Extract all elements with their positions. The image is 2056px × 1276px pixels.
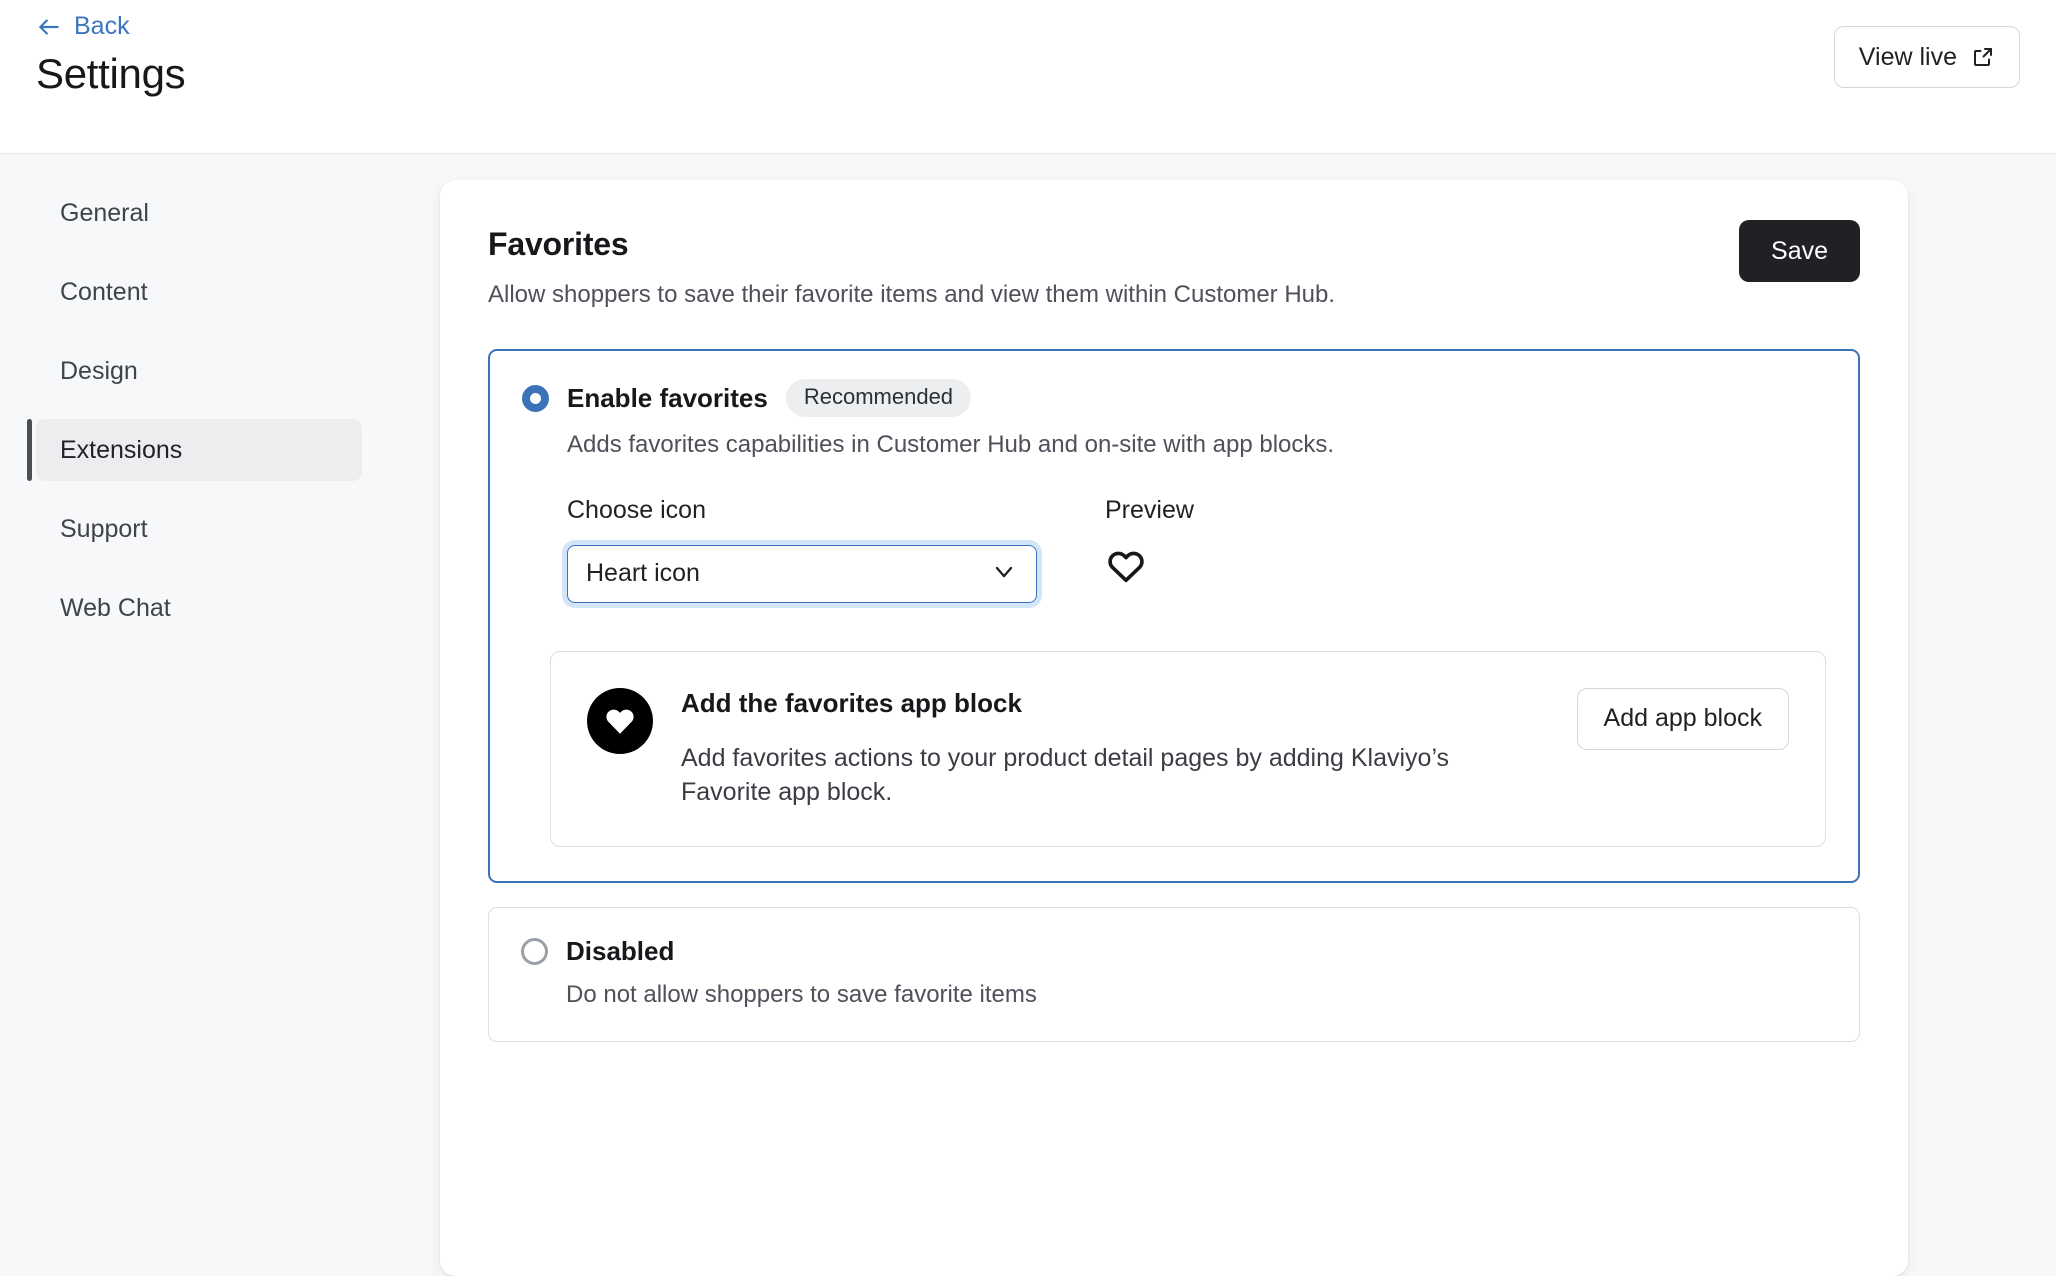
sidebar-item-label: Extensions	[60, 435, 183, 464]
section-title: Favorites	[488, 226, 629, 262]
icon-preview-column: Preview	[1072, 496, 1194, 603]
option-label: Disabled	[566, 935, 675, 966]
sidebar-item-label: Design	[60, 356, 138, 385]
section-subtitle: Allow shoppers to save their favorite it…	[488, 281, 1336, 308]
icon-select[interactable]: Heart icon	[567, 544, 1037, 603]
view-live-label: View live	[1858, 42, 1957, 71]
back-label: Back	[74, 12, 130, 40]
icon-chooser-row: Choose icon Heart icon Preview	[567, 496, 1858, 603]
page-header: Back Settings View live	[0, 0, 2056, 154]
app-block-card: Add the favorites app block Add favorite…	[550, 650, 1826, 847]
radio-enable-favorites[interactable]	[522, 384, 549, 412]
option-label: Enable favorites	[567, 382, 768, 413]
icon-select-column: Choose icon Heart icon	[567, 496, 1072, 603]
option-description: Do not allow shoppers to save favorite i…	[566, 980, 1037, 1008]
add-app-block-button[interactable]: Add app block	[1576, 687, 1789, 750]
option-card-disabled[interactable]: Disabled Do not allow shoppers to save f…	[488, 906, 1860, 1043]
view-live-button[interactable]: View live	[1833, 26, 2020, 88]
option-description: Adds favorites capabilities in Customer …	[567, 431, 1335, 459]
sidebar-item-label: Web Chat	[60, 593, 171, 622]
radio-disabled[interactable]	[521, 937, 548, 965]
sidebar-item-extensions[interactable]: Extensions	[27, 419, 362, 481]
app-block-text: Add the favorites app block Add favorite…	[681, 684, 1549, 810]
sidebar-item-label: Support	[60, 514, 148, 543]
page-title: Settings	[36, 50, 186, 97]
icon-select-value: Heart icon	[586, 559, 700, 588]
preview-label: Preview	[1105, 495, 1194, 524]
sidebar-item-label: Content	[60, 277, 148, 306]
option-header: Enable favorites Recommended	[490, 351, 1858, 418]
app-block-title: Add the favorites app block	[681, 687, 1022, 718]
favorites-options-group: Enable favorites Recommended Adds favori…	[440, 349, 1908, 1043]
recommended-badge: Recommended	[785, 379, 972, 418]
back-link[interactable]: Back	[36, 12, 130, 41]
option-card-enable-favorites[interactable]: Enable favorites Recommended Adds favori…	[488, 349, 1860, 883]
sidebar-item-general[interactable]: General	[36, 182, 362, 244]
external-link-icon	[1971, 45, 1995, 69]
arrow-left-icon	[36, 14, 62, 40]
chevron-down-icon	[990, 557, 1018, 590]
page-body: General Content Design Extensions Suppor…	[0, 154, 2056, 1276]
heart-filled-circle-icon	[587, 687, 653, 754]
option-header: Disabled	[489, 908, 1859, 967]
card-header: Favorites Allow shoppers to save their f…	[440, 180, 1908, 311]
sidebar-item-support[interactable]: Support	[36, 498, 362, 560]
sidebar-item-design[interactable]: Design	[36, 340, 362, 402]
sidebar-item-content[interactable]: Content	[36, 261, 362, 323]
settings-sidebar: General Content Design Extensions Suppor…	[0, 182, 400, 656]
sidebar-item-web-chat[interactable]: Web Chat	[36, 577, 362, 639]
heart-outline-icon	[1105, 545, 1194, 592]
app-block-description: Add favorites actions to your product de…	[681, 743, 1450, 807]
choose-icon-label: Choose icon	[567, 495, 706, 524]
save-button[interactable]: Save	[1739, 220, 1860, 282]
favorites-settings-card: Favorites Allow shoppers to save their f…	[440, 180, 1908, 1276]
sidebar-item-label: General	[60, 198, 149, 227]
